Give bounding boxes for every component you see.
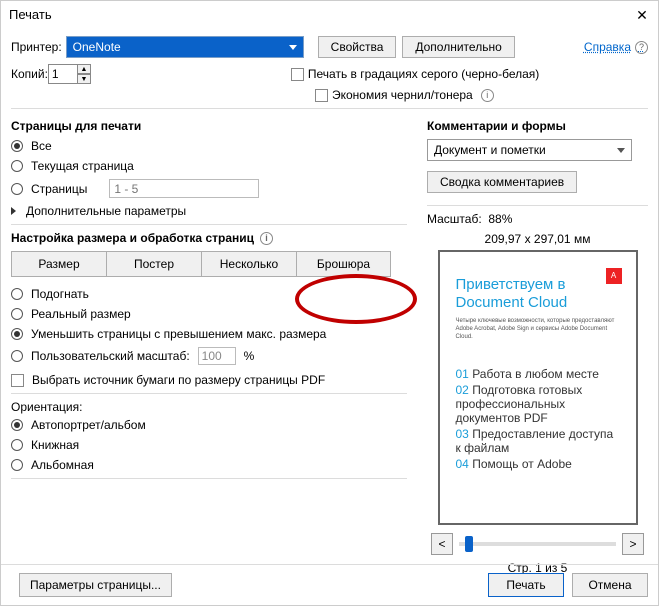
save-ink-checkbox[interactable] xyxy=(315,89,328,102)
scale-label: Масштаб: xyxy=(427,212,482,226)
properties-button[interactable]: Свойства xyxy=(318,36,397,58)
help-link[interactable]: Справка ? xyxy=(584,40,648,54)
custom-scale-input[interactable] xyxy=(198,347,236,365)
chevron-down-icon xyxy=(289,45,297,50)
help-icon: ? xyxy=(635,41,648,54)
orientation-label: Ориентация: xyxy=(11,400,407,414)
save-ink-label: Экономия чернил/тонера xyxy=(332,88,473,102)
radio-custom-scale[interactable] xyxy=(11,350,23,362)
copies-input[interactable] xyxy=(48,64,78,84)
paper-source-checkbox[interactable] xyxy=(11,374,24,387)
pages-section-title: Страницы для печати xyxy=(11,119,407,133)
page-range-input[interactable] xyxy=(109,179,259,198)
radio-current-page[interactable] xyxy=(11,160,23,172)
info-icon[interactable]: i xyxy=(481,89,494,102)
cancel-button[interactable]: Отмена xyxy=(572,573,648,597)
next-page-button[interactable]: > xyxy=(622,533,644,555)
expand-icon[interactable] xyxy=(11,207,16,215)
more-options-toggle[interactable]: Дополнительные параметры xyxy=(26,204,186,218)
chevron-down-icon xyxy=(617,148,625,153)
copies-spin-down[interactable]: ▼ xyxy=(77,74,91,84)
summarize-comments-button[interactable]: Сводка комментариев xyxy=(427,171,577,193)
printer-label: Принтер: xyxy=(11,40,62,54)
radio-shrink[interactable] xyxy=(11,328,23,340)
comments-select[interactable]: Документ и пометки xyxy=(427,139,632,161)
grayscale-checkbox[interactable] xyxy=(291,68,304,81)
adobe-logo-icon: A xyxy=(606,268,622,284)
copies-label: Копий: xyxy=(11,67,48,81)
paper-dimensions: 209,97 x 297,01 мм xyxy=(427,232,648,246)
copies-spin-up[interactable]: ▲ xyxy=(77,64,91,74)
preview-title: Приветствуем в Document Cloud xyxy=(456,276,620,312)
preview-list-item: 04 Помощь от Adobe xyxy=(456,457,620,471)
tab-multiple[interactable]: Несколько xyxy=(201,251,296,277)
print-button[interactable]: Печать xyxy=(488,573,564,597)
radio-auto-orient[interactable] xyxy=(11,419,23,431)
advanced-button[interactable]: Дополнительно xyxy=(402,36,514,58)
prev-page-button[interactable]: < xyxy=(431,533,453,555)
printer-value: OneNote xyxy=(73,40,121,54)
sizing-section-title: Настройка размера и обработка страниц i xyxy=(11,231,407,245)
printer-select[interactable]: OneNote xyxy=(66,36,304,58)
preview-list-item: 01 Работа в любом месте xyxy=(456,367,620,381)
tab-poster[interactable]: Постер xyxy=(106,251,201,277)
preview-subtitle: Четыре ключевые возможности, которые пре… xyxy=(456,318,620,341)
radio-portrait[interactable] xyxy=(11,439,23,451)
tab-booklet[interactable]: Брошюра xyxy=(296,251,391,277)
scale-value: 88% xyxy=(488,212,512,226)
info-icon[interactable]: i xyxy=(260,232,273,245)
comments-section-title: Комментарии и формы xyxy=(427,119,648,133)
window-title: Печать xyxy=(9,7,52,22)
page-slider[interactable] xyxy=(459,542,616,546)
slider-thumb[interactable] xyxy=(465,536,473,552)
tab-size[interactable]: Размер xyxy=(11,251,106,277)
grayscale-label: Печать в градациях серого (черно-белая) xyxy=(308,67,539,81)
radio-actual[interactable] xyxy=(11,308,23,320)
page-setup-button[interactable]: Параметры страницы... xyxy=(19,573,172,597)
radio-page-range[interactable] xyxy=(11,183,23,195)
page-preview: A Приветствуем в Document Cloud Четыре к… xyxy=(438,250,638,525)
preview-list-item: 02 Подготовка готовых профессиональных д… xyxy=(456,383,620,425)
radio-landscape[interactable] xyxy=(11,459,23,471)
radio-all-pages[interactable] xyxy=(11,140,23,152)
close-icon[interactable]: ✕ xyxy=(634,8,650,22)
preview-list-item: 03 Предоставление доступа к файлам xyxy=(456,427,620,455)
radio-fit[interactable] xyxy=(11,288,23,300)
